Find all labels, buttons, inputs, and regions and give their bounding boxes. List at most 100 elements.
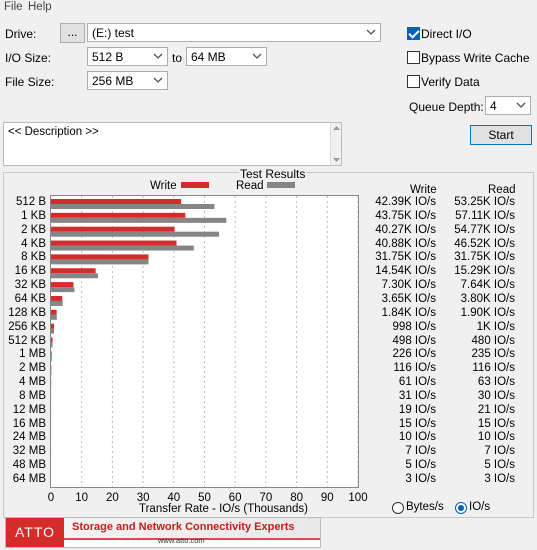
test-results-title: Test Results [239, 167, 307, 181]
read-value: 63 IO/s [477, 376, 515, 389]
read-value: 7 IO/s [484, 445, 515, 458]
read-value: 116 IO/s [472, 362, 515, 375]
category-label: 64 MB [12, 473, 46, 485]
io-size-label: I/O Size: [5, 51, 52, 65]
read-value: 57.11K IO/s [455, 209, 515, 222]
atto-banner[interactable]: ATTO Storage and Network Connectivity Ex… [5, 517, 321, 548]
write-value: 43.75K IO/s [375, 209, 436, 222]
write-value: 226 IO/s [392, 348, 436, 361]
drive-select[interactable]: (E:) test [87, 23, 381, 42]
write-value: 15 IO/s [398, 417, 436, 430]
category-label: 32 MB [12, 445, 46, 458]
bypass-write-cache-label: Bypass Write Cache [421, 51, 530, 65]
write-bar [51, 199, 182, 204]
x-axis-label: Transfer Rate - IO/s (Thousands) [139, 503, 308, 515]
ios-per-sec-label: IO/s [469, 501, 491, 513]
start-button[interactable]: Start [470, 125, 532, 145]
io-size-to-value: 64 MB [191, 50, 226, 64]
read-bar [51, 245, 194, 251]
io-size-from-value: 512 B [92, 50, 124, 64]
x-tick-label: 90 [320, 492, 334, 504]
scroll-down-icon[interactable] [332, 157, 341, 163]
verify-data-checkbox[interactable] [407, 75, 420, 88]
read-bar [51, 259, 149, 265]
bytes-per-sec-radio[interactable] [392, 502, 404, 514]
category-label: 32 KB [14, 279, 46, 292]
direct-io-label: Direct I/O [421, 27, 472, 41]
x-tick-label: 100 [348, 492, 368, 504]
read-bar [51, 217, 227, 223]
direct-io-checkbox[interactable] [407, 27, 420, 40]
write-value: 61 IO/s [398, 376, 436, 389]
menu-help[interactable]: Help [28, 1, 52, 13]
verify-data-label: Verify Data [421, 75, 480, 89]
io-size-to-select[interactable]: 64 MB [186, 47, 267, 66]
write-value: 7 IO/s [405, 445, 436, 458]
category-label: 512 B [15, 196, 46, 208]
drive-label: Drive: [5, 27, 37, 41]
category-label: 16 KB [14, 265, 46, 278]
write-bar [51, 295, 63, 301]
read-value: 21 IO/s [477, 403, 515, 416]
x-tick-label: 10 [75, 492, 89, 504]
legend-write-swatch [181, 182, 209, 188]
write-bar [51, 254, 149, 260]
read-bar [51, 287, 75, 293]
menu-bar: File Help [0, 0, 537, 16]
bytes-per-sec-label: Bytes/s [406, 501, 444, 513]
category-label: 8 KB [21, 251, 46, 264]
queue-depth-select[interactable]: 4 [485, 96, 531, 115]
bypass-write-cache-checkbox[interactable] [407, 51, 420, 64]
read-bar [51, 273, 98, 279]
category-label: 24 MB [12, 431, 46, 444]
x-tick-label: 20 [105, 492, 119, 504]
read-value: 480 IO/s [471, 334, 515, 347]
ios-per-sec-radio[interactable] [455, 502, 467, 514]
read-bar [51, 356, 52, 362]
write-value: 31.75K IO/s [375, 251, 436, 264]
scroll-up-icon[interactable] [332, 125, 341, 131]
menu-file[interactable]: File [4, 1, 23, 13]
read-bar [51, 204, 215, 209]
atto-logo: ATTO [6, 518, 64, 547]
legend-write-label: Write [150, 180, 177, 192]
chevron-down-icon [252, 53, 262, 59]
write-bar [51, 268, 96, 274]
read-bar [51, 314, 57, 320]
read-value: 1.90K IO/s [460, 306, 515, 319]
description-scrollbar[interactable] [330, 123, 341, 165]
write-bar [51, 337, 53, 343]
queue-depth-value: 4 [490, 99, 497, 113]
write-value: 5 IO/s [405, 459, 436, 472]
read-bar [51, 328, 55, 334]
file-size-select[interactable]: 256 MB [87, 71, 168, 90]
chevron-down-icon [366, 29, 376, 35]
chart-svg [51, 196, 359, 487]
chevron-down-icon [153, 77, 163, 83]
read-value: 30 IO/s [477, 389, 515, 402]
read-bar [51, 300, 63, 306]
banner-url: www.atto.com [158, 536, 205, 545]
read-value: 53.25K IO/s [454, 196, 515, 208]
io-size-to-label: to [172, 51, 183, 65]
write-value: 998 IO/s [392, 320, 436, 333]
category-label: 256 KB [8, 320, 46, 333]
write-bar [51, 351, 52, 357]
category-label: 16 MB [12, 417, 46, 430]
write-column-header: Write [410, 184, 437, 196]
category-label: 48 MB [12, 459, 46, 472]
chevron-down-icon [153, 53, 163, 59]
chevron-down-icon [516, 102, 526, 108]
write-value: 1.84K IO/s [381, 306, 436, 319]
x-tick-label: 0 [47, 492, 55, 504]
write-value: 116 IO/s [393, 362, 436, 375]
write-bar [51, 226, 175, 232]
write-value: 14.54K IO/s [375, 265, 436, 278]
read-value: 5 IO/s [484, 459, 515, 472]
read-value: 31.75K IO/s [454, 251, 515, 264]
description-textarea[interactable]: << Description >> [3, 122, 342, 166]
browse-drive-button[interactable]: ... [60, 23, 85, 43]
read-value: 46.52K IO/s [454, 237, 515, 250]
category-label: 2 KB [21, 223, 46, 236]
io-size-from-select[interactable]: 512 B [87, 47, 168, 66]
